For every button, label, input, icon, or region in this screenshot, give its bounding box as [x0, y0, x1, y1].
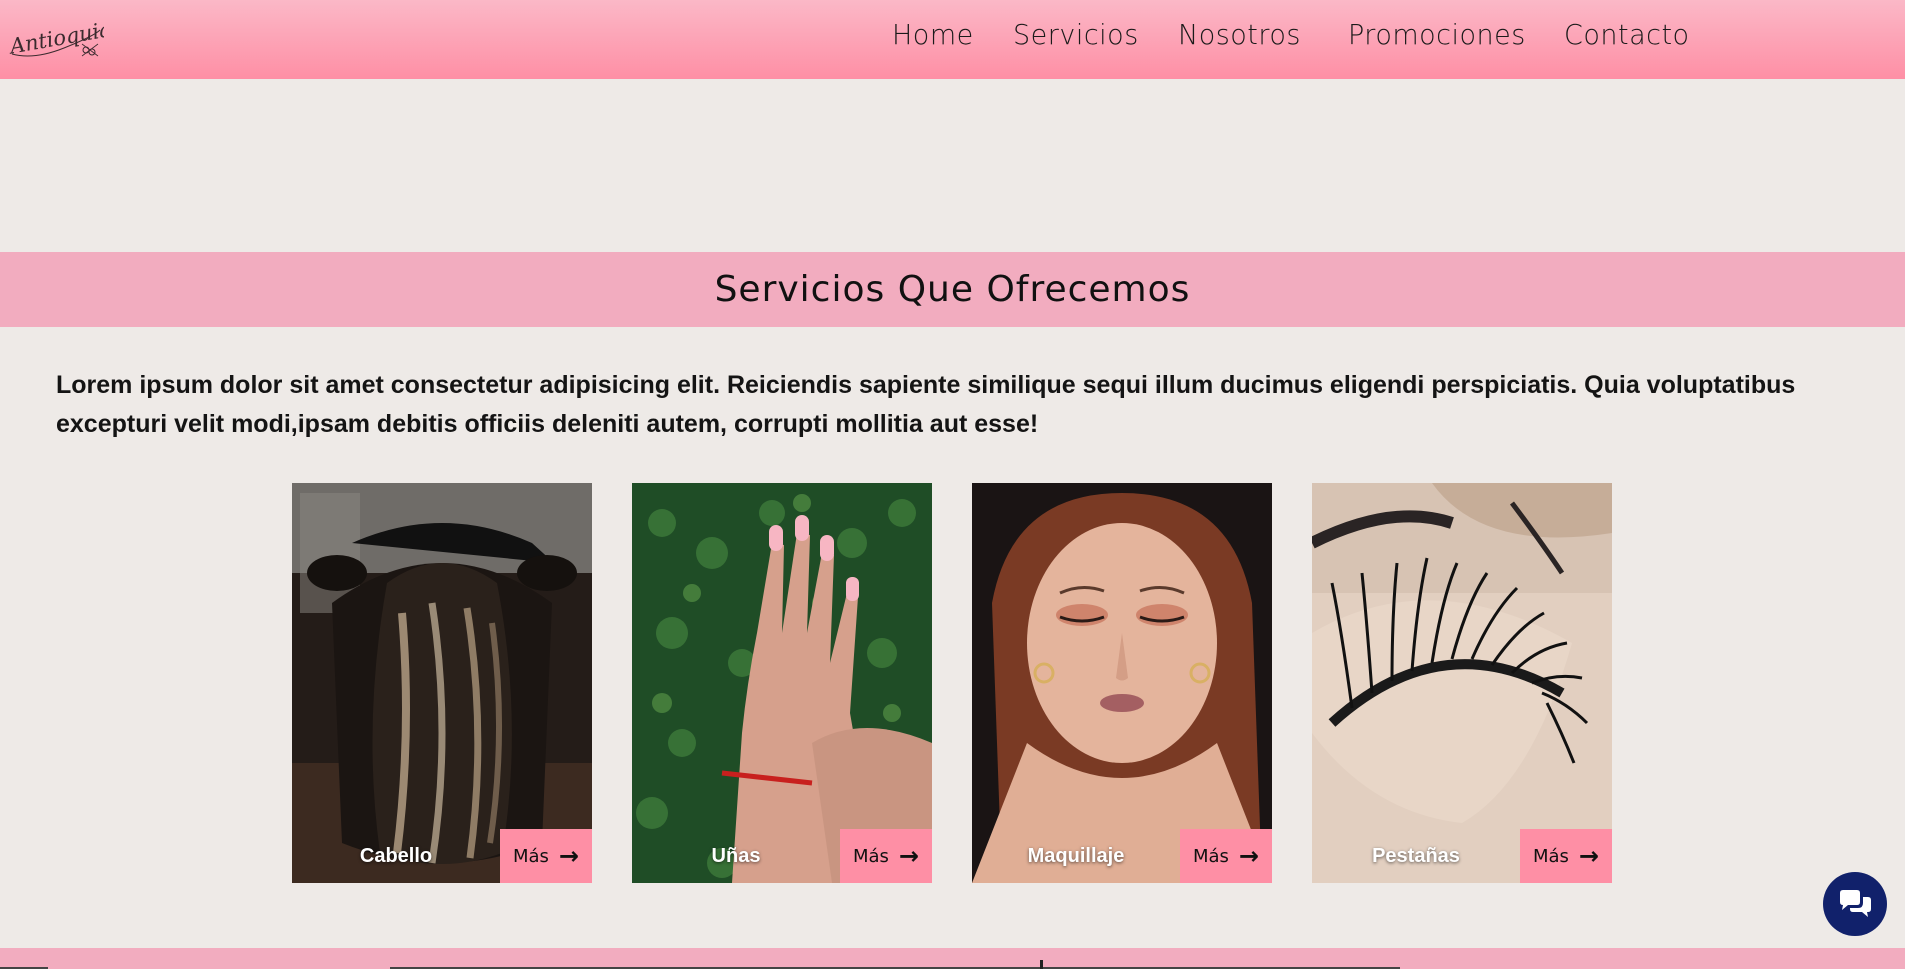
card-label: Pestañas [1372, 844, 1460, 867]
more-label: Más [1192, 845, 1229, 867]
more-button[interactable]: Más → [840, 829, 932, 883]
nails-photo [632, 483, 932, 883]
divider [1040, 960, 1043, 969]
more-button[interactable]: Más → [1520, 829, 1612, 883]
service-card-unas[interactable]: Uñas Más → [632, 483, 932, 883]
arrow-right-icon: → [1578, 842, 1600, 870]
more-label: Más [512, 845, 549, 867]
more-label: Más [1532, 845, 1569, 867]
services-intro: Lorem ipsum dolor sit amet consectetur a… [56, 371, 1796, 438]
service-card-cabello[interactable]: Cabello Más → [292, 483, 592, 883]
chat-button[interactable] [1823, 872, 1887, 936]
nav-home[interactable]: Home [892, 20, 974, 52]
chat-bubbles-icon [1840, 890, 1871, 917]
site-header: Antioquia Home Servicios Nosotros Promoc… [0, 0, 1905, 79]
services-title-band: Servicios Que Ofrecemos [0, 252, 1905, 327]
service-card-maquillaje[interactable]: Maquillaje Más → [972, 483, 1272, 883]
nav-servicios[interactable]: Servicios [1013, 20, 1139, 52]
arrow-right-icon: → [898, 842, 920, 870]
card-label: Maquillaje [1027, 844, 1125, 867]
main-nav: Home Servicios Nosotros Promociones Cont… [0, 0, 1905, 79]
more-button[interactable]: Más → [500, 829, 592, 883]
makeup-photo [972, 483, 1272, 883]
more-button[interactable]: Más → [1180, 829, 1272, 883]
arrow-right-icon: → [558, 842, 580, 870]
nav-promociones[interactable]: Promociones [1348, 20, 1526, 52]
card-label: Uñas [711, 844, 761, 867]
arrow-right-icon: → [1238, 842, 1260, 870]
next-section-band [0, 948, 1905, 969]
nav-nosotros[interactable]: Nosotros [1178, 20, 1301, 52]
more-label: Más [852, 845, 889, 867]
service-card-pestanas[interactable]: Pestañas Más → [1312, 483, 1612, 883]
card-label: Cabello [359, 844, 433, 867]
lashes-photo [1312, 483, 1612, 883]
services-title: Servicios Que Ofrecemos [714, 269, 1191, 310]
nav-contacto[interactable]: Contacto [1564, 20, 1690, 52]
hair-photo [292, 483, 592, 883]
